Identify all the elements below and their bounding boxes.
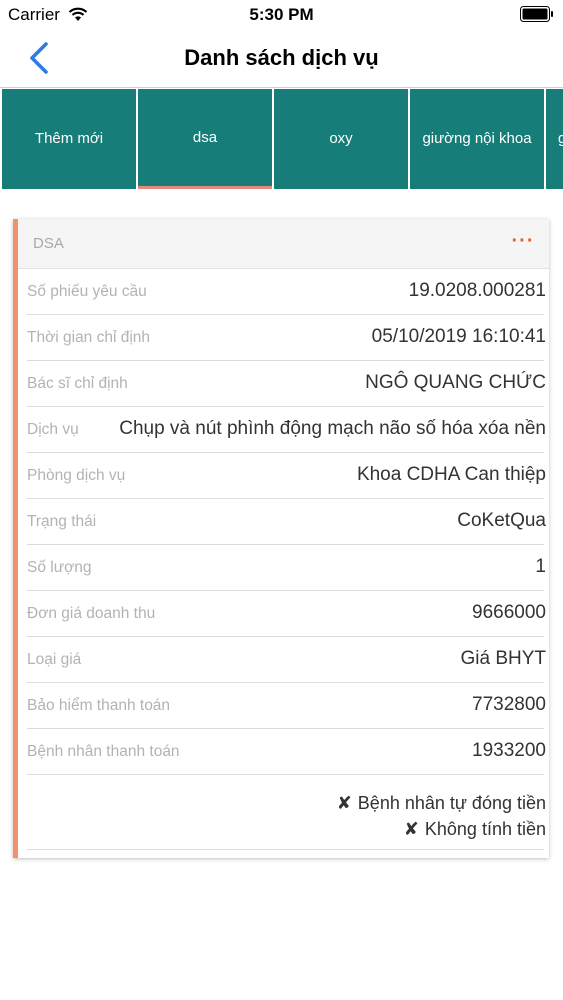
row-value: 7732800 xyxy=(472,694,546,715)
row-loai-gia: Loại giá Giá BHYT xyxy=(27,637,546,683)
row-label: Đơn giá doanh thu xyxy=(27,605,156,622)
row-value: 05/10/2019 16:10:41 xyxy=(371,326,546,347)
ellipsis-icon[interactable]: ··· xyxy=(511,229,535,255)
row-dich-vu: Dịch vụ Chụp và nút phình động mạch não … xyxy=(27,407,546,453)
row-label: Loại giá xyxy=(27,651,82,668)
service-card: DSA ··· Số phiếu yêu cầu 19.0208.000281 … xyxy=(13,219,549,858)
row-phong-dich-vu: Phòng dịch vụ Khoa CDHA Can thiệp xyxy=(27,453,546,499)
navigation-bar: Danh sách dịch vụ xyxy=(0,30,563,88)
payment-flags: ✘ Bệnh nhân tự đóng tiền ✘ Không tính tiền xyxy=(27,785,546,850)
row-value: Giá BHYT xyxy=(460,648,546,669)
status-time: 5:30 PM xyxy=(249,5,314,24)
tab-label: dsa xyxy=(192,128,218,146)
battery-icon xyxy=(520,6,553,22)
flag-benh-nhan-tu-dong-tien: ✘ Bệnh nhân tự đóng tiền xyxy=(337,793,546,814)
row-label: Phòng dịch vụ xyxy=(27,467,126,484)
tab-oxy[interactable]: oxy xyxy=(274,89,408,189)
row-value: CoKetQua xyxy=(457,510,546,531)
row-don-gia: Đơn giá doanh thu 9666000 xyxy=(27,591,546,637)
row-label: Thời gian chỉ định xyxy=(27,329,151,346)
row-so-phieu: Số phiếu yêu cầu 19.0208.000281 xyxy=(27,269,546,315)
row-label: Bệnh nhân thanh toán xyxy=(27,743,180,760)
row-benh-nhan-thanh-toan: Bệnh nhân thanh toán 1933200 xyxy=(27,729,546,775)
cross-icon: ✘ xyxy=(336,793,352,813)
flag-label: Bệnh nhân tự đóng tiền xyxy=(357,793,546,813)
row-value: NGÔ QUANG CHỨC xyxy=(365,372,546,393)
status-bar: Carrier 5:30 PM xyxy=(0,0,563,30)
row-thoi-gian: Thời gian chỉ định 05/10/2019 16:10:41 xyxy=(27,315,546,361)
flag-khong-tinh-tien: ✘ Không tính tiền xyxy=(404,819,546,840)
tab-partial[interactable]: g xyxy=(546,89,563,189)
card-title: DSA xyxy=(33,235,64,252)
row-label: Số phiếu yêu cầu xyxy=(27,283,147,300)
row-value: Khoa CDHA Can thiệp xyxy=(356,464,546,485)
row-trang-thai: Trạng thái CoKetQua xyxy=(27,499,546,545)
row-value: 19.0208.000281 xyxy=(408,280,546,301)
tab-giuong-noi-khoa[interactable]: giường nội khoa xyxy=(410,89,544,189)
cross-icon: ✘ xyxy=(403,819,419,839)
row-value: 1 xyxy=(535,556,546,577)
row-label: Bác sĩ chỉ định xyxy=(27,375,128,392)
tab-label: Thêm mới xyxy=(34,130,104,147)
row-value: 9666000 xyxy=(472,602,546,623)
row-so-luong: Số lượng 1 xyxy=(27,545,546,591)
row-label: Số lượng xyxy=(27,559,92,576)
tab-them-moi[interactable]: Thêm mới xyxy=(2,89,136,189)
row-label: Dịch vụ xyxy=(27,421,79,438)
tab-label: g xyxy=(558,130,563,147)
flag-label: Không tính tiền xyxy=(424,819,546,839)
row-bao-hiem: Bảo hiểm thanh toán 7732800 xyxy=(27,683,546,729)
row-value: 1933200 xyxy=(472,740,546,761)
tab-label: oxy xyxy=(329,130,353,147)
tab-dsa[interactable]: dsa xyxy=(138,89,272,189)
tab-label: giường nội khoa xyxy=(422,130,532,147)
service-tabs: Thêm mới dsa oxy giường nội khoa g xyxy=(0,89,563,191)
row-value: Chụp và nút phình động mạch não số hóa x… xyxy=(119,418,546,439)
row-bac-si: Bác sĩ chỉ định NGÔ QUANG CHỨC xyxy=(27,361,546,407)
row-label: Bảo hiểm thanh toán xyxy=(27,697,171,714)
row-label: Trạng thái xyxy=(27,513,97,530)
page-title: Danh sách dịch vụ xyxy=(184,45,379,70)
card-header: DSA ··· xyxy=(18,219,549,269)
